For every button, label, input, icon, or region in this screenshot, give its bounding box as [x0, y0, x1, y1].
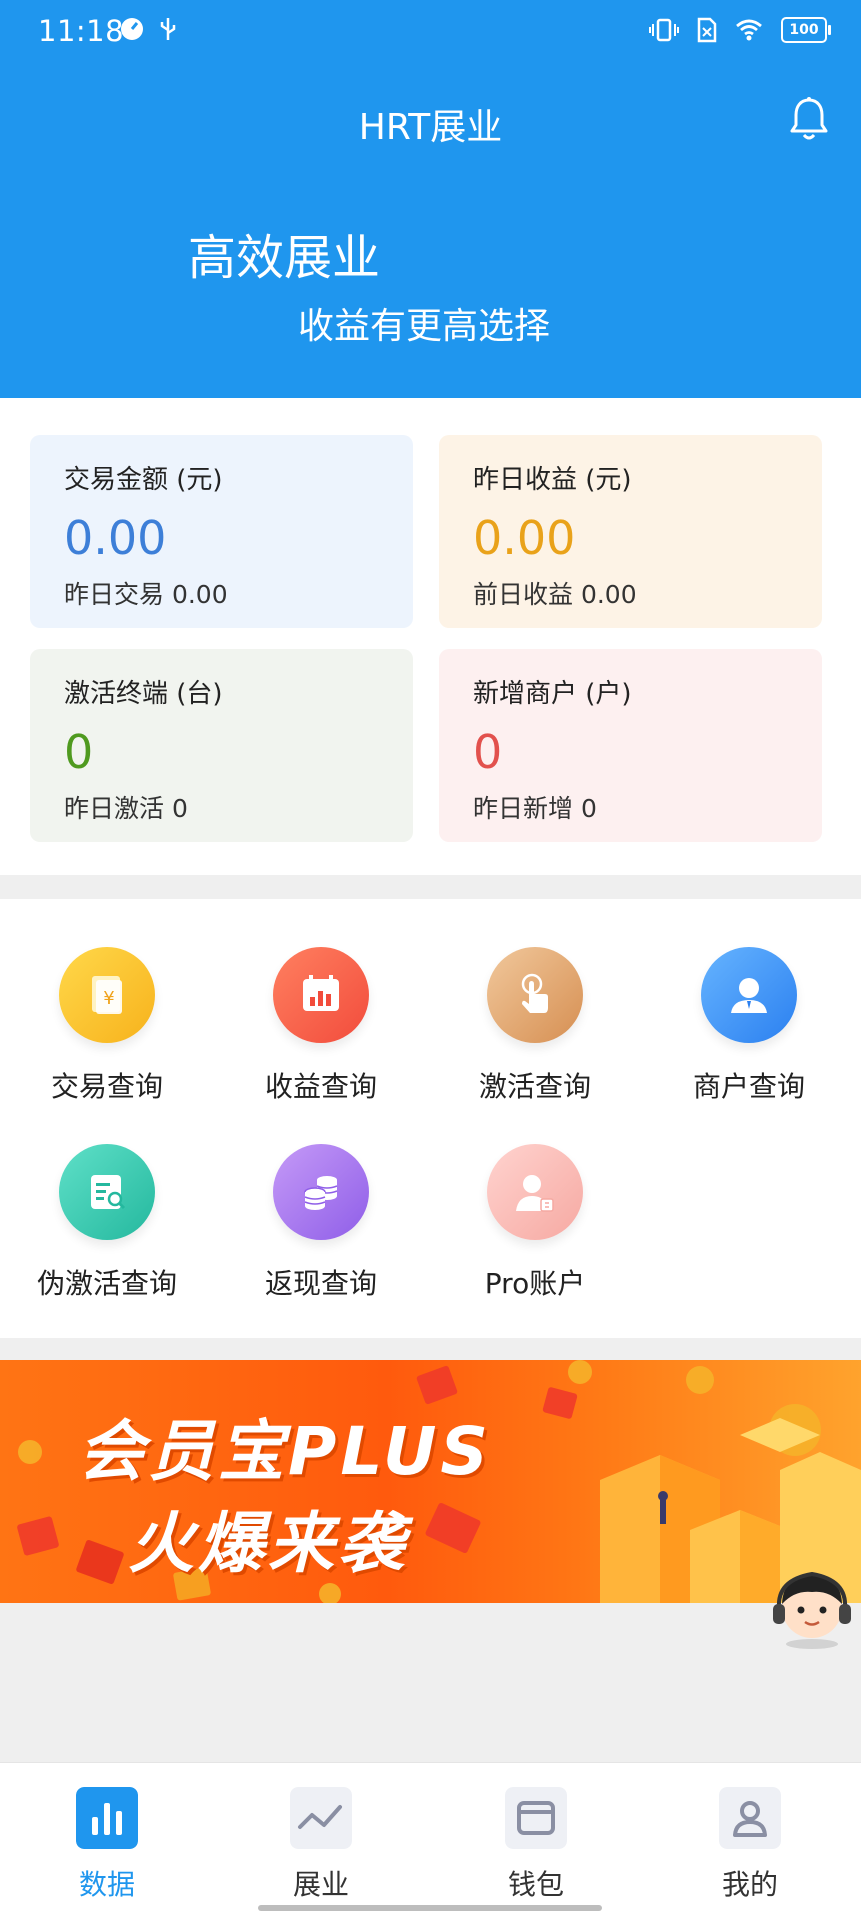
tab-data[interactable]: 数据	[27, 1787, 187, 1903]
quick-action-activation-query[interactable]: 激活查询	[428, 947, 642, 1105]
stat-footer: 昨日新增 0	[473, 794, 597, 823]
banner-headline: 会员宝PLUS	[78, 1413, 492, 1490]
tab-label: 展业	[292, 1868, 349, 1901]
wallet-icon	[505, 1787, 567, 1849]
yuan-document-icon: ¥	[59, 947, 155, 1043]
svg-text:¥: ¥	[103, 988, 114, 1009]
quick-action-label: 商户查询	[692, 1070, 805, 1103]
quick-action-label: 交易查询	[50, 1070, 163, 1103]
hero-subtitle: 收益有更高选择	[298, 306, 551, 347]
quick-action-fake-activation-query[interactable]: 伪激活查询	[0, 1144, 214, 1302]
quick-action-label: 伪激活查询	[36, 1267, 177, 1300]
touch-hand-icon	[487, 947, 583, 1043]
usb-icon	[160, 18, 176, 40]
tab-label: 我的	[721, 1868, 778, 1901]
app-header: 11:18 100 HRT展业 高效展业 收益有更高选择	[0, 0, 861, 398]
quick-actions-grid: ¥ 交易查询 收益查询 激活查询 商户查询 伪激活查询 返现查询 Pro账户	[0, 899, 861, 1338]
tab-expansion[interactable]: 展业	[241, 1787, 401, 1903]
stat-label: 激活终端 (台)	[64, 679, 223, 709]
tab-label: 数据	[78, 1868, 135, 1901]
status-bar: 11:18 100	[0, 0, 861, 66]
home-indicator[interactable]	[258, 1905, 602, 1911]
stat-card-transaction[interactable]: 交易金额 (元) 0.00 昨日交易 0.00	[30, 435, 413, 628]
hero-title: 高效展业	[188, 230, 381, 286]
stat-label: 新增商户 (户)	[473, 679, 632, 709]
bell-icon[interactable]	[787, 96, 831, 142]
quick-action-merchant-query[interactable]: 商户查询	[642, 947, 856, 1105]
stat-label: 昨日收益 (元)	[473, 465, 632, 495]
stat-card-merchants[interactable]: 新增商户 (户) 0 昨日新增 0	[439, 649, 822, 842]
wifi-icon	[736, 19, 762, 41]
bar-chart-icon	[76, 1787, 138, 1849]
stat-footer: 昨日激活 0	[64, 794, 188, 823]
stats-panel: 交易金额 (元) 0.00 昨日交易 0.00 昨日收益 (元) 0.00 前日…	[0, 398, 861, 875]
promo-banner[interactable]: 会员宝PLUS 火爆来袭	[0, 1360, 861, 1603]
banner-subheadline: 火爆来袭	[128, 1505, 408, 1582]
user-profile-icon	[719, 1787, 781, 1849]
merchant-person-icon	[701, 947, 797, 1043]
stat-value: 0	[64, 725, 94, 779]
stat-card-activation[interactable]: 激活终端 (台) 0 昨日激活 0	[30, 649, 413, 842]
trend-line-icon	[290, 1787, 352, 1849]
stat-value: 0	[473, 725, 503, 779]
pro-account-icon	[487, 1144, 583, 1240]
vibrate-icon	[649, 18, 679, 42]
quick-action-label: 返现查询	[264, 1267, 377, 1300]
stat-footer: 前日收益 0.00	[473, 580, 637, 609]
coin-stack-icon	[273, 1144, 369, 1240]
stat-value: 0.00	[64, 511, 167, 565]
calendar-chart-icon	[273, 947, 369, 1043]
battery-icon: 100	[781, 17, 831, 43]
stat-card-earnings[interactable]: 昨日收益 (元) 0.00 前日收益 0.00	[439, 435, 822, 628]
speed-icon	[121, 18, 143, 40]
quick-action-label: Pro账户	[484, 1267, 586, 1300]
quick-action-earnings-query[interactable]: 收益查询	[214, 947, 428, 1105]
tab-label: 钱包	[507, 1868, 564, 1901]
no-sim-icon	[697, 17, 717, 43]
status-time: 11:18	[38, 14, 125, 48]
quick-action-label: 激活查询	[478, 1070, 591, 1103]
stat-value: 0.00	[473, 511, 576, 565]
customer-support-icon[interactable]	[769, 1566, 855, 1652]
quick-action-label: 收益查询	[264, 1070, 377, 1103]
stat-label: 交易金额 (元)	[64, 465, 223, 495]
bottom-tab-bar: 数据 展业 钱包 我的	[0, 1762, 861, 1921]
tab-mine[interactable]: 我的	[670, 1787, 830, 1903]
app-title: HRT展业	[358, 107, 503, 148]
tab-wallet[interactable]: 钱包	[456, 1787, 616, 1903]
quick-action-pro-account[interactable]: Pro账户	[428, 1144, 642, 1302]
stat-footer: 昨日交易 0.00	[64, 580, 228, 609]
document-search-icon	[59, 1144, 155, 1240]
quick-action-transaction-query[interactable]: ¥ 交易查询	[0, 947, 214, 1105]
quick-action-cashback-query[interactable]: 返现查询	[214, 1144, 428, 1302]
